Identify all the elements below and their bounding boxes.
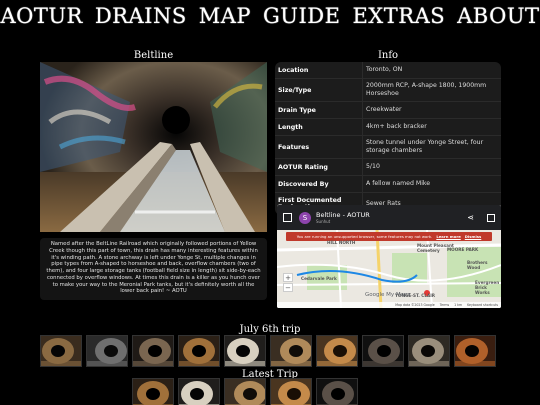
map-header: S Beltline - AOTUR Sunhut ⋖: [277, 205, 501, 230]
latest-thumbnail[interactable]: [132, 378, 174, 405]
map-scale: 1 km: [454, 303, 463, 307]
info-key: Drain Type: [275, 102, 363, 118]
embedded-map[interactable]: S Beltline - AOTUR Sunhut ⋖ You are runn…: [277, 205, 501, 308]
latest-thumbnail[interactable]: [316, 378, 358, 405]
share-icon[interactable]: ⋖: [467, 213, 474, 222]
latest-thumbnail[interactable]: [178, 378, 220, 405]
map-subtitle: Sunhut: [316, 219, 331, 224]
july-thumbnail[interactable]: [316, 335, 358, 367]
nav-about[interactable]: ABOUT: [457, 4, 539, 28]
latest-thumbnail[interactable]: [224, 378, 266, 405]
july-thumbnail[interactable]: [408, 335, 450, 367]
info-row-discovered: Discovered By A fellow named Mike: [275, 176, 501, 193]
drain-main-photo[interactable]: [40, 62, 267, 232]
info-key: AOTUR Rating: [275, 159, 363, 175]
info-value: Toronto, ON: [366, 66, 403, 74]
info-key: Length: [275, 119, 363, 135]
info-key: Features: [275, 136, 363, 158]
info-value: Creekwater: [366, 106, 402, 114]
map-footer: Map data ©2023 Google Terms 1 km Keyboar…: [277, 302, 501, 308]
july-trip-heading: July 6th trip: [239, 324, 301, 335]
google-my-maps-logo: Google My Maps: [365, 292, 411, 298]
nav-home[interactable]: AOTUR: [0, 4, 82, 28]
info-value: 5/10: [366, 163, 380, 171]
fullscreen-sidebar-icon[interactable]: [283, 213, 292, 222]
info-row-rating: AOTUR Rating 5/10: [275, 159, 501, 176]
info-row-location: Location Toronto, ON: [275, 62, 501, 79]
info-row-features: Features Stone tunnel under Yonge Street,…: [275, 136, 501, 159]
nav-extras[interactable]: EXTRAS: [352, 4, 445, 28]
map-title[interactable]: Beltline - AOTUR: [316, 211, 370, 219]
info-value: 4km+ back bracker: [366, 123, 427, 131]
latest-thumbnail[interactable]: [270, 378, 312, 405]
nav-guide[interactable]: GUIDE: [263, 4, 340, 28]
july-thumbnail[interactable]: [40, 335, 82, 367]
map-terms-link[interactable]: Terms: [440, 303, 449, 307]
info-row-size: Size/Type 2000mm RCP, A-shape 1800, 1900m…: [275, 79, 501, 102]
nav-map[interactable]: MAP: [199, 4, 251, 28]
map-label: Cedarvale Park: [301, 276, 337, 281]
july-trip-gallery: [40, 335, 496, 367]
nav-drains[interactable]: DRAINS: [95, 4, 187, 28]
map-owner-avatar: S: [299, 211, 311, 224]
banner-message: You are running an unsupported browser, …: [296, 234, 433, 239]
zoom-in-button[interactable]: +: [283, 273, 293, 282]
info-row-length: Length 4km+ back bracker: [275, 119, 501, 136]
july-thumbnail[interactable]: [132, 335, 174, 367]
top-navigation: AOTUR DRAINS MAP GUIDE EXTRAS ABOUT: [0, 0, 540, 32]
latest-trip-gallery: [132, 378, 358, 405]
map-label: HILL NORTH: [327, 240, 356, 245]
july-thumbnail[interactable]: [86, 335, 128, 367]
map-label: Brothers Wood: [467, 260, 488, 270]
july-thumbnail[interactable]: [362, 335, 404, 367]
info-key: Size/Type: [275, 79, 363, 101]
info-value: A fellow named Mike: [366, 180, 431, 188]
banner-learn-more-link[interactable]: Learn more: [436, 234, 460, 239]
info-value: Stone tunnel under Yonge Street, four st…: [366, 139, 484, 154]
map-attribution: Map data ©2023 Google: [395, 303, 435, 307]
info-key: Discovered By: [275, 176, 363, 192]
info-heading: Info: [377, 50, 399, 61]
july-thumbnail[interactable]: [178, 335, 220, 367]
info-table: Location Toronto, ON Size/Type 2000mm RCP,…: [275, 62, 501, 215]
zoom-out-button[interactable]: −: [283, 283, 293, 292]
map-label: Evergreen Brick Works: [475, 280, 500, 295]
info-value: 2000mm RCP, A-shape 1800, 1900mm Horsesh…: [366, 82, 487, 97]
map-label: MOORE PARK: [447, 247, 479, 252]
drain-description: Named after the BeltLine Railroad which …: [40, 238, 267, 300]
july-thumbnail[interactable]: [270, 335, 312, 367]
july-thumbnail[interactable]: [224, 335, 266, 367]
unsupported-browser-banner: You are running an unsupported browser, …: [286, 232, 492, 241]
map-keyboard-shortcuts[interactable]: Keyboard shortcuts: [467, 303, 498, 307]
drain-name-heading: Beltline: [133, 50, 174, 61]
july-thumbnail[interactable]: [454, 335, 496, 367]
banner-dismiss-link[interactable]: Dismiss: [465, 234, 482, 239]
info-row-drain-type: Drain Type Creekwater: [275, 102, 501, 119]
expand-icon[interactable]: [487, 213, 495, 222]
info-key: Location: [275, 62, 363, 78]
